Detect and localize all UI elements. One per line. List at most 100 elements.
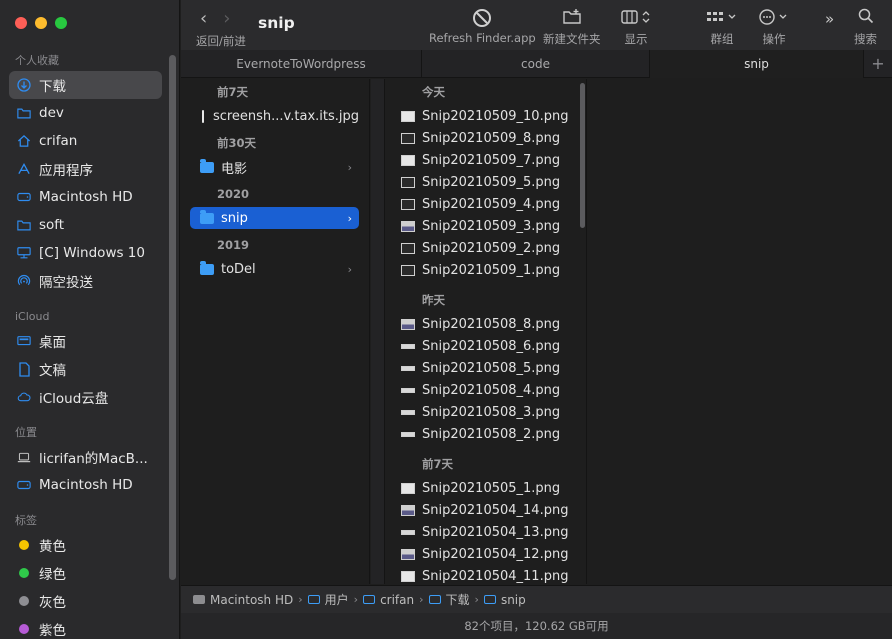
close-window-button[interactable] bbox=[15, 17, 27, 29]
columns-view-icon bbox=[621, 8, 651, 30]
folder-icon bbox=[17, 106, 31, 120]
display-button[interactable]: 显示 bbox=[621, 8, 651, 47]
more-toolbar-button[interactable]: » bbox=[825, 8, 834, 30]
sidebar-item-favorites-3[interactable]: 应用程序 bbox=[9, 155, 162, 183]
path-item[interactable]: crifan bbox=[363, 593, 414, 607]
sidebar-item-favorites-2[interactable]: crifan bbox=[9, 127, 162, 155]
sidebar-item-label: [C] Windows 10 bbox=[39, 245, 145, 261]
image-thumbnail-icon bbox=[401, 264, 415, 276]
file-row[interactable]: Snip20210509_3.png bbox=[386, 215, 586, 237]
minimize-window-button[interactable] bbox=[35, 17, 47, 29]
sidebar-item-tags-0[interactable]: 黄色 bbox=[9, 531, 162, 559]
window-title: snip bbox=[258, 14, 295, 32]
list-item[interactable]: snip › bbox=[190, 207, 359, 229]
tag-color-icon bbox=[17, 538, 31, 552]
file-name: Snip20210505_1.png bbox=[422, 480, 561, 496]
sidebar-item-tags-1[interactable]: 绿色 bbox=[9, 559, 162, 587]
group-header: 今天 bbox=[422, 85, 445, 99]
group-button[interactable]: 群组 bbox=[706, 8, 738, 47]
path-item[interactable]: 用户 bbox=[307, 591, 349, 608]
image-thumbnail-icon bbox=[401, 570, 415, 582]
path-item[interactable]: snip bbox=[483, 593, 526, 607]
list-item[interactable]: toDel › bbox=[190, 258, 359, 280]
file-row[interactable]: Snip20210508_4.png bbox=[386, 379, 586, 401]
sidebar-item-favorites-5[interactable]: soft bbox=[9, 211, 162, 239]
sidebar-item-favorites-1[interactable]: dev bbox=[9, 99, 162, 127]
image-thumbnail-icon bbox=[401, 220, 415, 232]
sidebar-item-favorites-6[interactable]: [C] Windows 10 bbox=[9, 239, 162, 267]
file-row[interactable]: Snip20210504_13.png bbox=[386, 521, 586, 543]
tag-color-icon bbox=[17, 566, 31, 580]
image-thumbnail-icon bbox=[401, 365, 415, 371]
window-controls bbox=[15, 17, 67, 29]
path-separator-icon: › bbox=[474, 593, 479, 606]
file-row[interactable]: Snip20210508_5.png bbox=[386, 357, 586, 379]
prohibit-icon bbox=[429, 8, 536, 30]
file-row[interactable]: Snip20210505_1.png bbox=[386, 477, 586, 499]
image-thumbnail-icon bbox=[401, 343, 415, 349]
file-name: Snip20210504_14.png bbox=[422, 502, 569, 518]
file-name: Snip20210508_8.png bbox=[422, 316, 561, 332]
item-label: toDel bbox=[221, 261, 256, 277]
column-snip: 今天 Snip20210509_10.png Snip20210509_8.png S… bbox=[386, 79, 587, 584]
column-scrollbar[interactable] bbox=[580, 83, 585, 228]
sidebar-item-favorites-7[interactable]: 隔空投送 bbox=[9, 267, 162, 295]
add-tab-icon[interactable]: + bbox=[864, 50, 892, 77]
file-row[interactable]: Snip20210508_2.png bbox=[386, 423, 586, 445]
tab-evernotetowordpress[interactable]: EvernoteToWordpress bbox=[181, 50, 422, 78]
desktop-icon bbox=[17, 334, 31, 348]
file-row[interactable]: Snip20210509_10.png bbox=[386, 105, 586, 127]
sidebar-item-locations-1[interactable]: Macintosh HD bbox=[9, 471, 162, 499]
new-folder-label: 新建文件夹 bbox=[543, 32, 601, 46]
sidebar-item-label: 文稿 bbox=[39, 363, 66, 379]
tab-bar: EvernoteToWordpress code snip + bbox=[181, 50, 892, 78]
file-row[interactable]: Snip20210509_7.png bbox=[386, 149, 586, 171]
chevron-right-icon: › bbox=[347, 211, 352, 225]
list-item[interactable]: 电影 › bbox=[190, 156, 359, 178]
download-icon bbox=[17, 78, 31, 92]
forward-icon[interactable]: › bbox=[223, 8, 230, 29]
sidebar-item-favorites-0[interactable]: 下载 bbox=[9, 71, 162, 99]
file-row[interactable]: Snip20210509_1.png bbox=[386, 259, 586, 281]
tab-snip[interactable]: snip bbox=[650, 50, 864, 78]
file-row[interactable]: Snip20210509_8.png bbox=[386, 127, 586, 149]
action-button[interactable]: 操作 bbox=[758, 8, 790, 47]
file-row[interactable]: Snip20210504_12.png bbox=[386, 543, 586, 565]
sidebar-item-locations-0[interactable]: licrifan的MacB... bbox=[9, 443, 162, 471]
file-row[interactable]: Snip20210508_8.png bbox=[386, 313, 586, 335]
file-row[interactable]: Snip20210504_14.png bbox=[386, 499, 586, 521]
search-button[interactable]: 搜索 bbox=[854, 8, 877, 47]
list-item[interactable]: screensh...v.tax.its.jpg bbox=[190, 105, 359, 127]
item-label: snip bbox=[221, 210, 248, 226]
file-name: Snip20210508_5.png bbox=[422, 360, 561, 376]
file-name: Snip20210508_2.png bbox=[422, 426, 561, 442]
new-folder-button[interactable]: 新建文件夹 bbox=[543, 8, 601, 47]
refresh-finder-button[interactable]: Refresh Finder.app bbox=[429, 8, 536, 45]
path-item[interactable]: Macintosh HD bbox=[193, 593, 293, 607]
tag-color-icon bbox=[17, 594, 31, 608]
drive-icon bbox=[193, 595, 205, 604]
file-row[interactable]: Snip20210509_5.png bbox=[386, 171, 586, 193]
back-icon[interactable]: ‹ bbox=[200, 8, 207, 29]
file-row[interactable]: Snip20210509_4.png bbox=[386, 193, 586, 215]
sidebar-scrollbar[interactable] bbox=[169, 55, 176, 580]
path-item[interactable]: 下载 bbox=[428, 591, 470, 608]
tag-color-icon bbox=[17, 622, 31, 636]
file-row[interactable]: Snip20210508_3.png bbox=[386, 401, 586, 423]
locations-section: 位置 licrifan的MacB... Macintosh HD bbox=[0, 423, 170, 499]
sidebar-item-icloud-1[interactable]: 文稿 bbox=[9, 355, 162, 383]
sidebar-item-tags-3[interactable]: 紫色 bbox=[9, 615, 162, 639]
file-icon bbox=[202, 109, 204, 123]
double-chevron-icon: » bbox=[825, 10, 835, 28]
sidebar-item-tags-2[interactable]: 灰色 bbox=[9, 587, 162, 615]
sidebar-item-icloud-2[interactable]: iCloud云盘 bbox=[9, 383, 162, 411]
tab-code[interactable]: code bbox=[422, 50, 650, 78]
file-row[interactable]: Snip20210508_6.png bbox=[386, 335, 586, 357]
sidebar-item-favorites-4[interactable]: Macintosh HD bbox=[9, 183, 162, 211]
maximize-window-button[interactable] bbox=[55, 17, 67, 29]
file-row[interactable]: Snip20210504_11.png bbox=[386, 565, 586, 584]
file-row[interactable]: Snip20210509_2.png bbox=[386, 237, 586, 259]
sidebar-item-icloud-0[interactable]: 桌面 bbox=[9, 327, 162, 355]
column-resize-handle[interactable] bbox=[371, 79, 385, 584]
tags-section: 标签 黄色 绿色 灰色 紫色 bbox=[0, 511, 170, 639]
